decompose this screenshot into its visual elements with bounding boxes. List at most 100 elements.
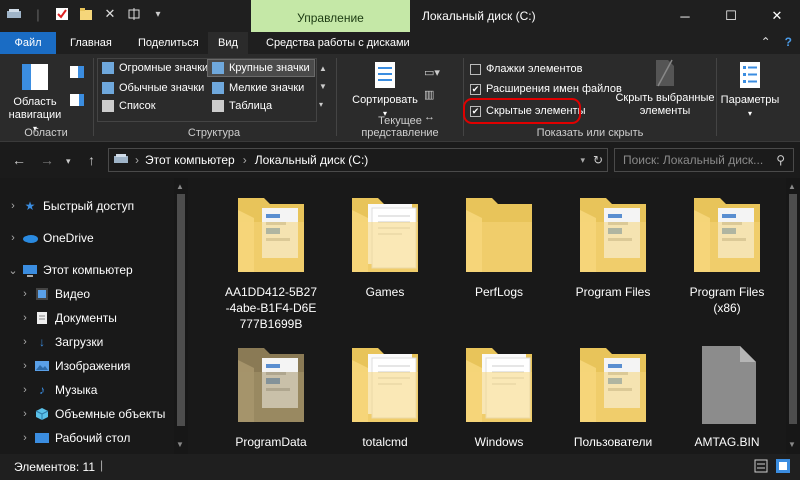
scroll-up-icon[interactable]: ▲ bbox=[788, 182, 796, 191]
nav-pane-button[interactable]: Область навигации ▾ bbox=[4, 60, 66, 135]
file-item[interactable]: Program Files bbox=[558, 192, 668, 300]
nav-item-video[interactable]: › Видео bbox=[18, 282, 90, 306]
add-columns-icon[interactable]: ▥ bbox=[424, 84, 440, 106]
forward-arrow-icon[interactable]: → bbox=[40, 152, 54, 168]
quick-access-toolbar: | ✕ ▾ bbox=[6, 6, 166, 22]
group-label-areas: Области bbox=[24, 127, 68, 139]
context-tab-manage[interactable]: Управление bbox=[251, 0, 410, 32]
sort-button[interactable]: Сортировать ▾ bbox=[350, 60, 420, 120]
file-item-label: Program Files bbox=[575, 285, 651, 299]
chevron-right-icon[interactable]: › bbox=[18, 336, 32, 348]
large-icons-view-icon[interactable] bbox=[776, 459, 790, 476]
layout-large-icons[interactable]: Крупные значки bbox=[207, 59, 315, 77]
nav-item-music[interactable]: › ♪ Музыка bbox=[18, 378, 97, 402]
chevron-down-icon[interactable]: ⌄ bbox=[6, 264, 20, 277]
download-icon: ↓ bbox=[39, 335, 45, 349]
nav-item-quick-access[interactable]: › ★ Быстрый доступ bbox=[6, 194, 134, 218]
file-item[interactable]: Program Files (x86) bbox=[672, 192, 782, 316]
chevron-right-icon[interactable]: › bbox=[18, 432, 32, 444]
nav-item-desktop[interactable]: › Рабочий стол bbox=[18, 426, 130, 450]
file-item[interactable]: PerfLogs bbox=[444, 192, 554, 300]
chevron-right-icon[interactable]: › bbox=[18, 408, 32, 420]
scroll-up-icon[interactable]: ▲ bbox=[176, 182, 184, 191]
file-item[interactable]: totalcmd bbox=[330, 342, 440, 450]
up-arrow-icon[interactable]: ↑ bbox=[88, 152, 95, 168]
chevron-right-icon[interactable]: › bbox=[18, 360, 32, 372]
collapse-ribbon-icon[interactable]: ⌃ bbox=[761, 35, 771, 49]
back-arrow-icon[interactable]: ← bbox=[12, 152, 26, 168]
nav-item-3d-objects[interactable]: › Объемные объекты bbox=[18, 402, 165, 426]
rename-icon[interactable] bbox=[126, 6, 142, 22]
refresh-icon[interactable]: ↻ bbox=[593, 153, 603, 167]
nav-item-documents[interactable]: › Документы bbox=[18, 306, 117, 330]
checkbox-checked-icon[interactable]: ✔ bbox=[470, 83, 481, 95]
sort-label: Сортировать bbox=[352, 94, 418, 106]
search-input[interactable]: Поиск: Локальный диск... ⚲ bbox=[614, 148, 794, 172]
address-bar[interactable]: › Этот компьютер › Локальный диск (C:) ▾… bbox=[108, 148, 608, 172]
computer-icon bbox=[22, 263, 38, 277]
tab-home[interactable]: Главная bbox=[60, 32, 122, 54]
tab-view[interactable]: Вид bbox=[208, 32, 248, 54]
breadcrumb-this-pc[interactable]: Этот компьютер bbox=[145, 153, 235, 167]
checkbox-unchecked-icon[interactable] bbox=[470, 63, 481, 75]
file-item[interactable]: Windows bbox=[444, 342, 554, 450]
nav-item-downloads[interactable]: › ↓ Загрузки bbox=[18, 330, 103, 354]
chevron-right-icon[interactable]: › bbox=[6, 232, 20, 244]
preview-pane-icon[interactable] bbox=[70, 66, 84, 81]
scrollbar-thumb[interactable] bbox=[789, 194, 797, 424]
tab-file[interactable]: Файл bbox=[0, 32, 56, 54]
file-item[interactable]: Games bbox=[330, 192, 440, 300]
chevron-right-icon[interactable]: › bbox=[6, 200, 20, 212]
options-button[interactable]: Параметры ▾ bbox=[720, 60, 780, 120]
close-icon[interactable]: ✕ bbox=[754, 0, 800, 32]
nav-pane-scrollbar[interactable]: ▲ ▼ bbox=[174, 178, 188, 454]
customize-qat-icon[interactable]: ▾ bbox=[150, 6, 166, 22]
delete-icon[interactable]: ✕ bbox=[102, 6, 118, 22]
chevron-right-icon[interactable]: › bbox=[18, 312, 32, 324]
maximize-icon[interactable]: ☐ bbox=[708, 0, 754, 32]
layout-huge-icons[interactable]: Огромные значки bbox=[102, 62, 208, 74]
folder-icon bbox=[352, 348, 418, 422]
chevron-right-icon[interactable]: › bbox=[18, 288, 32, 300]
help-icon[interactable]: ? bbox=[785, 35, 792, 49]
group-label-layout: Структура bbox=[187, 127, 241, 139]
layout-details[interactable]: Таблица bbox=[212, 100, 272, 112]
layout-scroll-arrows[interactable]: ▲ ▼ ▾ bbox=[319, 60, 327, 114]
tab-share[interactable]: Поделиться bbox=[128, 32, 209, 54]
address-dropdown-icon[interactable]: ▾ bbox=[580, 155, 585, 166]
search-icon[interactable]: ⚲ bbox=[776, 153, 785, 167]
tab-drive-tools[interactable]: Средства работы с дисками bbox=[256, 32, 420, 54]
scrollbar-thumb[interactable] bbox=[177, 194, 185, 426]
scroll-down-icon[interactable]: ▼ bbox=[788, 440, 796, 449]
layout-small-icons[interactable]: Мелкие значки bbox=[212, 82, 304, 94]
scroll-down-icon[interactable]: ▼ bbox=[176, 440, 184, 449]
file-item[interactable]: Пользователи bbox=[558, 342, 668, 450]
group-label-current-view: Текущее представление bbox=[361, 115, 439, 139]
nav-item-pictures[interactable]: › Изображения bbox=[18, 354, 130, 378]
details-pane-icon[interactable] bbox=[70, 94, 84, 109]
chevron-right-icon[interactable]: › bbox=[18, 384, 32, 396]
group-by-icon[interactable]: ▭▾ bbox=[424, 62, 440, 84]
details-view-icon[interactable] bbox=[754, 459, 768, 476]
layout-medium-icons[interactable]: Обычные значки bbox=[102, 82, 204, 94]
nav-item-this-pc[interactable]: ⌄ Этот компьютер bbox=[6, 258, 132, 282]
recent-locations-icon[interactable]: ▾ bbox=[66, 156, 71, 167]
ribbon-tabs: Файл Главная Поделиться Вид Средства раб… bbox=[0, 32, 800, 88]
file-item[interactable]: ProgramData bbox=[216, 342, 326, 450]
breadcrumb-local-disk[interactable]: Локальный диск (C:) bbox=[255, 153, 369, 167]
file-extensions-toggle[interactable]: ✔ Расширения имен файлов bbox=[470, 83, 622, 95]
layout-list[interactable]: Список bbox=[102, 100, 156, 112]
properties-icon[interactable] bbox=[54, 6, 70, 22]
file-item[interactable]: AMTAG.BIN bbox=[672, 342, 782, 450]
desktop-icon bbox=[34, 431, 50, 445]
file-item-label: AMTAG.BIN bbox=[694, 435, 760, 449]
content-scrollbar[interactable]: ▲ ▼ bbox=[786, 178, 800, 454]
new-folder-icon[interactable] bbox=[78, 6, 94, 22]
item-checkboxes-toggle[interactable]: Флажки элементов bbox=[470, 63, 582, 75]
nav-item-onedrive[interactable]: › OneDrive bbox=[6, 226, 94, 250]
hide-selected-button[interactable]: Скрыть выбранные элементы bbox=[610, 58, 720, 118]
file-item[interactable]: AA1DD412-5B27 -4abe-B1F4-D6E 777B1699B bbox=[216, 192, 326, 332]
small-icons-icon bbox=[212, 82, 224, 94]
minimize-icon[interactable]: ─ bbox=[662, 0, 708, 32]
file-item-label: totalcmd bbox=[362, 435, 408, 449]
